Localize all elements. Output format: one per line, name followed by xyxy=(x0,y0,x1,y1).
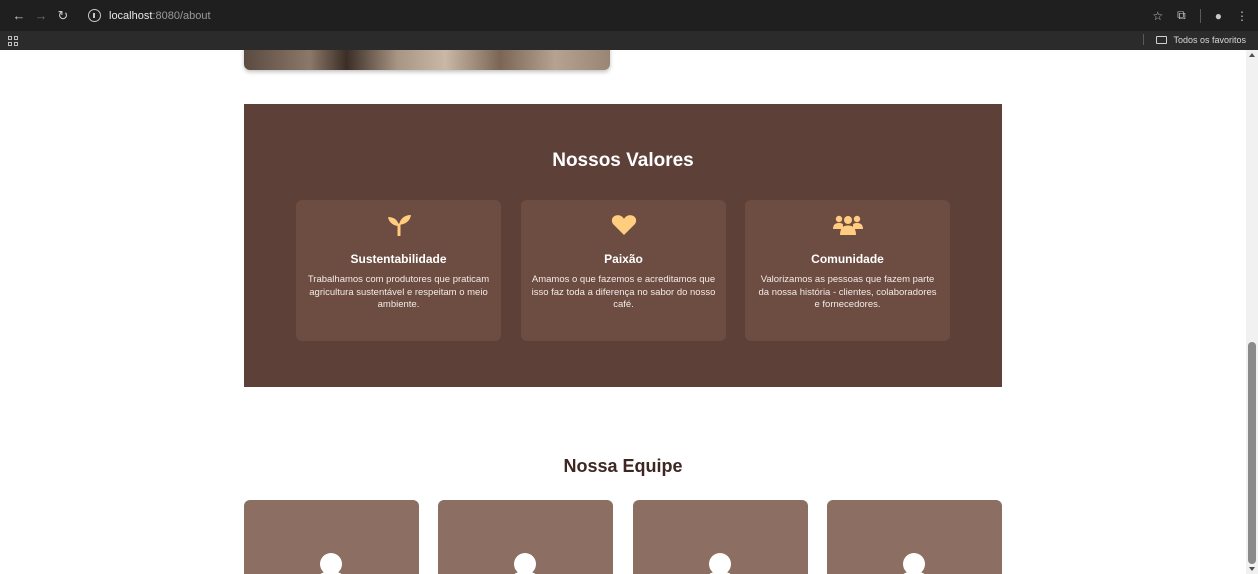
scroll-up-arrow-icon[interactable] xyxy=(1249,53,1255,57)
value-card-text: Amamos o que fazemos e acreditamos que i… xyxy=(531,274,716,310)
url-host: localhost xyxy=(109,9,153,22)
value-card-title: Comunidade xyxy=(811,252,884,266)
menu-kebab-icon[interactable]: ⋮ xyxy=(1236,9,1248,23)
team-member-card xyxy=(827,500,1002,574)
reload-icon[interactable]: ↻ xyxy=(52,8,74,24)
scroll-down-arrow-icon[interactable] xyxy=(1249,567,1255,571)
browser-toolbar: ← → ↻ localhost:8080/about ☆ ⧉ ● ⋮ xyxy=(0,0,1258,31)
value-card-comunidade: Comunidade Valorizamos as pessoas que fa… xyxy=(745,200,950,341)
seedling-icon xyxy=(387,215,411,236)
team-member-card xyxy=(438,500,613,574)
all-bookmarks-label: Todos os favoritos xyxy=(1173,34,1246,45)
team-member-card xyxy=(633,500,808,574)
apps-grid-icon[interactable] xyxy=(8,35,18,46)
bookmarks-divider xyxy=(1143,34,1145,45)
bookmark-star-icon[interactable]: ☆ xyxy=(1152,9,1163,23)
bookmarks-bar: Todos os favoritos xyxy=(0,31,1258,50)
value-card-title: Sustentabilidade xyxy=(350,252,447,266)
team-member-card xyxy=(244,500,419,574)
about-hero-image xyxy=(244,50,610,70)
address-bar[interactable]: localhost:8080/about xyxy=(80,4,1140,27)
values-title: Nossos Valores xyxy=(552,150,694,171)
folder-icon xyxy=(1156,35,1168,44)
url-path: :8080/about xyxy=(152,9,211,22)
value-card-title: Paixão xyxy=(604,252,643,266)
values-section: Nossos Valores Sustentabilidade Trabalha… xyxy=(244,104,1002,387)
value-card-sustentabilidade: Sustentabilidade Trabalhamos com produto… xyxy=(296,200,501,341)
toolbar-divider xyxy=(1199,8,1201,23)
heart-icon xyxy=(611,215,636,235)
site-info-icon[interactable] xyxy=(88,9,101,22)
page-viewport: Nossos Valores Sustentabilidade Trabalha… xyxy=(0,50,1246,574)
all-bookmarks-button[interactable]: Todos os favoritos xyxy=(1143,34,1246,45)
extensions-icon[interactable]: ⧉ xyxy=(1177,8,1186,23)
forward-arrow-icon[interactable]: → xyxy=(30,8,52,23)
value-card-text: Valorizamos as pessoas que fazem parte d… xyxy=(758,274,937,310)
team-title: Nossa Equipe xyxy=(563,456,683,476)
page-scrollbar[interactable] xyxy=(1246,50,1258,574)
browser-chrome: ← → ↻ localhost:8080/about ☆ ⧉ ● ⋮ Todos… xyxy=(0,0,1258,50)
back-arrow-icon[interactable]: ← xyxy=(8,8,30,23)
value-card-paixao: Paixão Amamos o que fazemos e acreditamo… xyxy=(521,200,726,341)
scrollbar-thumb[interactable] xyxy=(1248,342,1256,564)
profile-icon[interactable]: ● xyxy=(1215,9,1222,23)
value-card-text: Trabalhamos com produtores que praticam … xyxy=(307,274,490,310)
users-icon xyxy=(832,215,863,235)
